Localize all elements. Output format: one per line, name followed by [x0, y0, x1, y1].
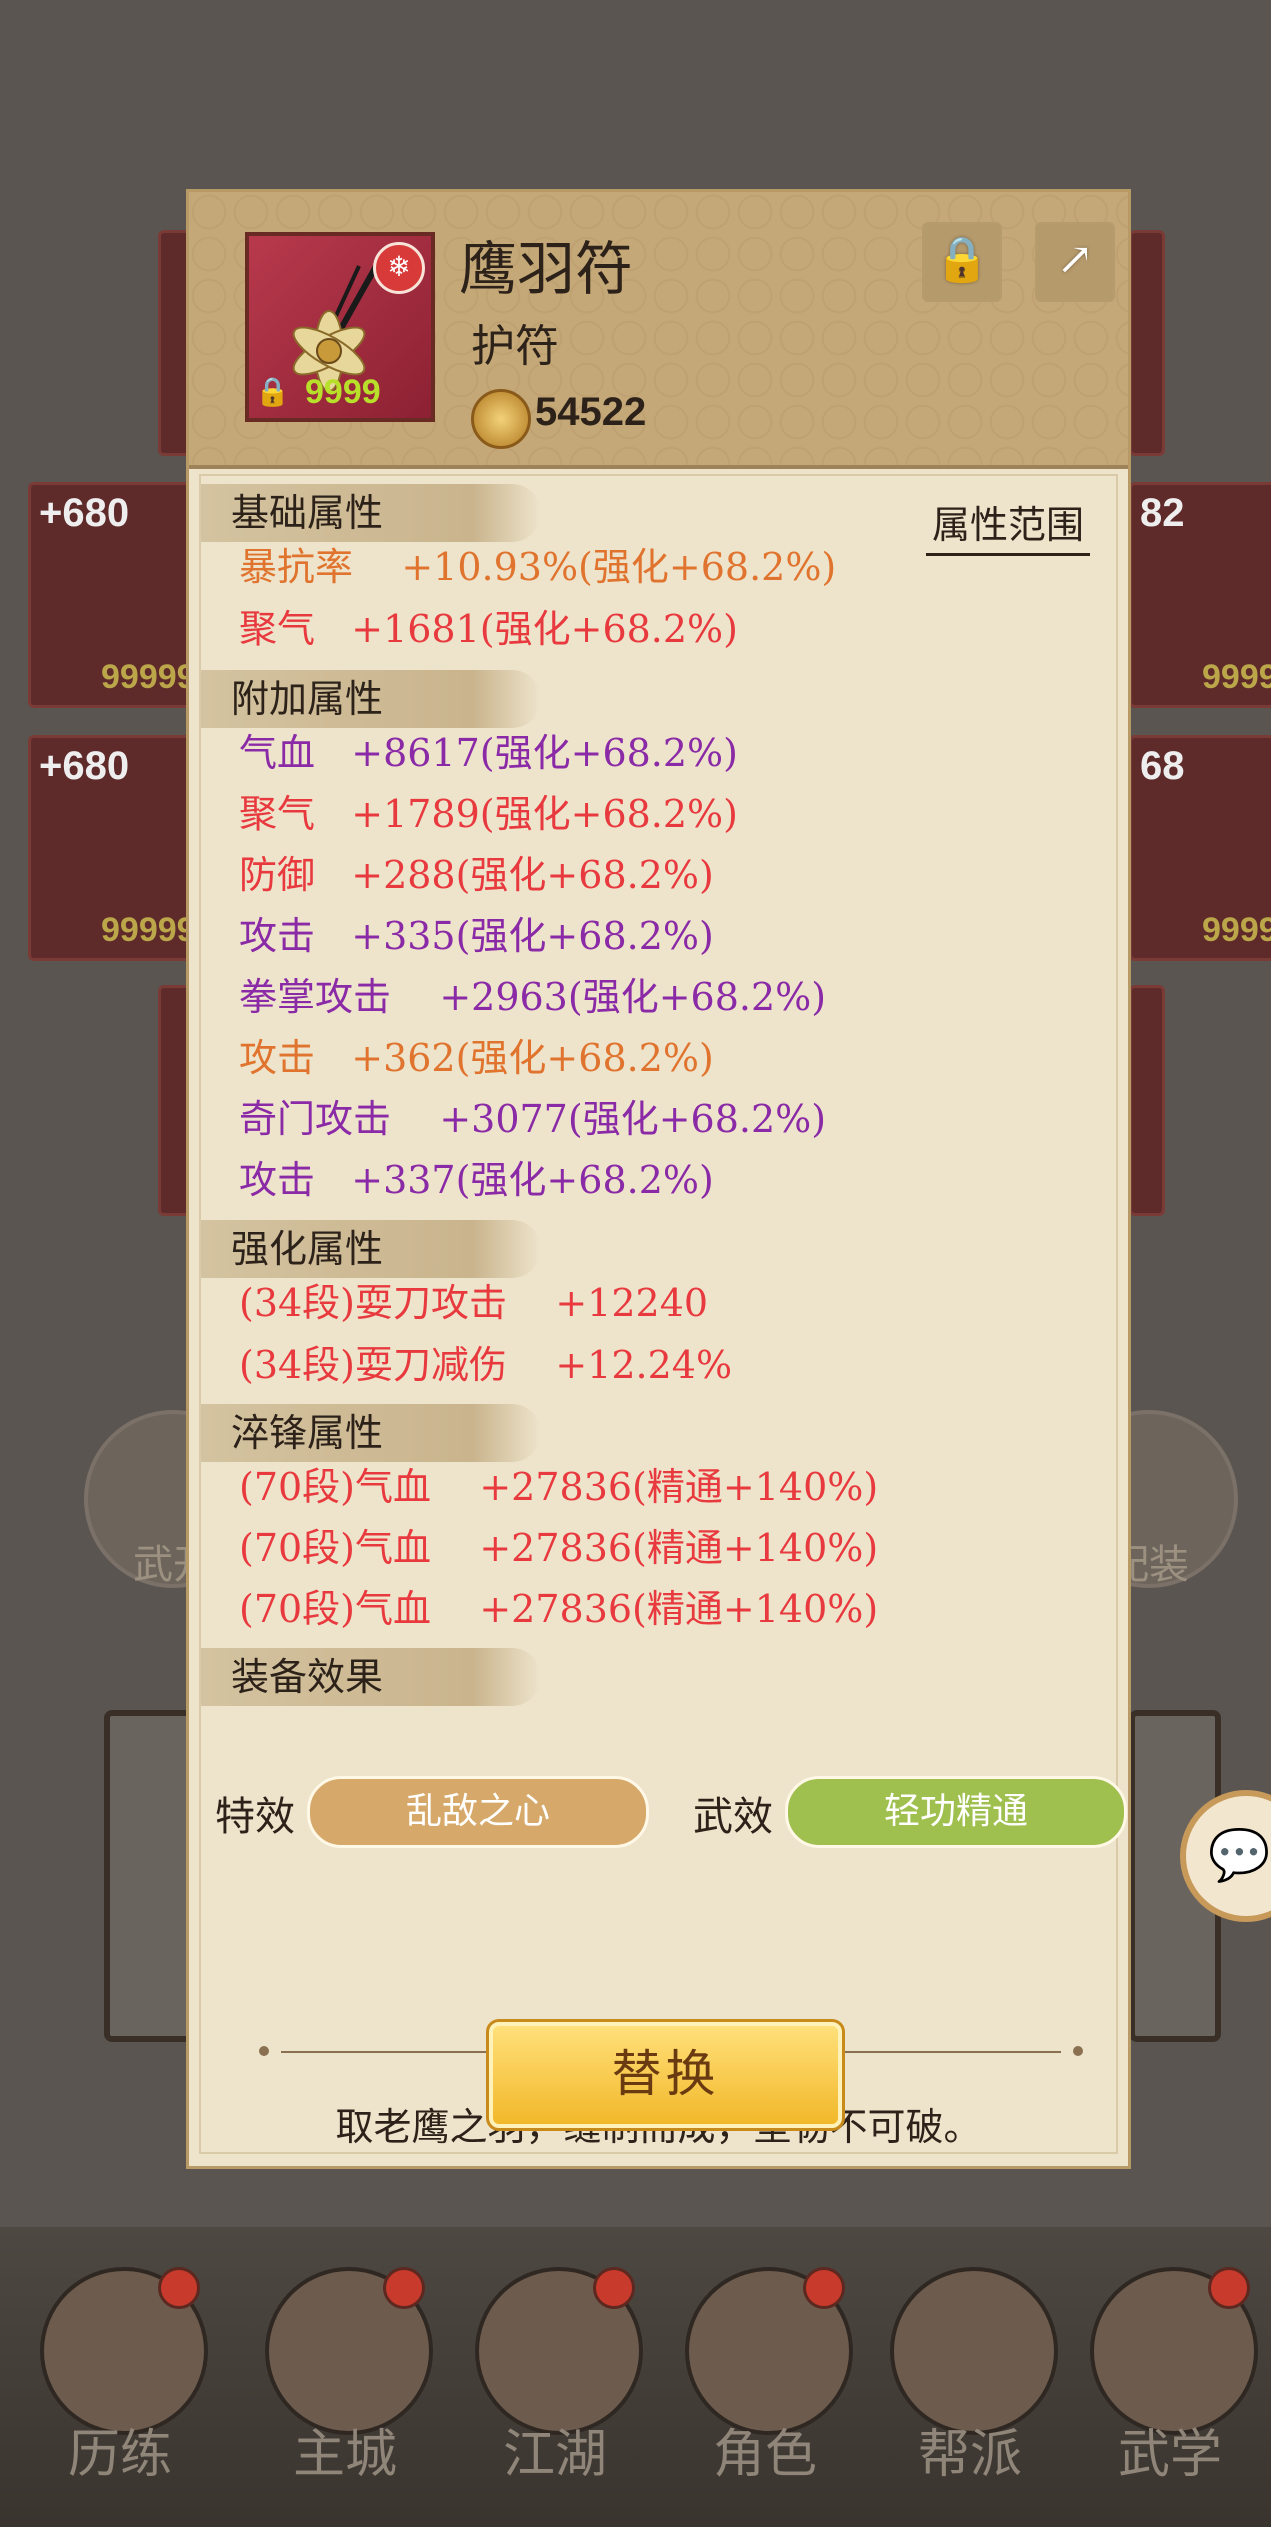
nav-item-guild[interactable]: 帮派	[870, 2227, 1070, 2527]
attr-row: 聚气 +1789(强化+68.2%)	[239, 792, 738, 836]
bg-card-gold: 99999	[101, 911, 196, 949]
section-enhance-attributes: 强化属性	[201, 1220, 541, 1278]
attr-row: (34段)耍刀减伤 +12.24%	[239, 1343, 733, 1387]
nav-label: 历练	[67, 2425, 172, 2485]
attr-row: (70段)气血 +27836(精通+140%)	[239, 1587, 879, 1631]
lock-icon: 🔒	[255, 375, 290, 408]
special-effect-pill[interactable]: 乱敌之心	[307, 1776, 649, 1848]
bg-equip-card: 68 9999	[1129, 735, 1271, 961]
section-temper-attributes: 淬锋属性	[201, 1404, 541, 1462]
power-icon	[471, 389, 531, 449]
attr-row: 防御 +288(强化+68.2%)	[239, 853, 714, 897]
nav-label: 角色	[712, 2425, 817, 2485]
attr-row: 攻击 +335(强化+68.2%)	[239, 914, 714, 958]
attr-row: 攻击 +362(强化+68.2%)	[239, 1036, 714, 1080]
attr-row: (34段)耍刀攻击 +12240	[239, 1281, 709, 1325]
notification-dot	[158, 2267, 200, 2309]
item-type: 护符	[471, 321, 559, 372]
effects-row: 特效 乱敌之心 武效 轻功精通	[215, 1776, 1127, 1848]
lock-button[interactable]: 🔒	[922, 222, 1002, 302]
nav-item-main-city[interactable]: 主城	[245, 2227, 445, 2527]
attr-row: 奇门攻击 +3077(强化+68.2%)	[239, 1097, 827, 1141]
bg-equip-card	[1129, 985, 1165, 1216]
wu-effect-label: 武效	[693, 1794, 773, 1840]
item-header: ❄ 🔒 9999 鹰羽符 护符 54522 🔒 ↗	[189, 192, 1128, 469]
bg-card-gold: 9999	[1202, 658, 1271, 696]
attr-row: (70段)气血 +27836(精通+140%)	[239, 1526, 879, 1570]
bg-card-plus: 82	[1140, 491, 1185, 535]
notification-dot	[593, 2267, 635, 2309]
section-equip-effect: 装备效果	[201, 1648, 541, 1706]
bg-equip-card	[1129, 230, 1165, 456]
section-extra-attributes: 附加属性	[201, 670, 541, 728]
bottom-nav-bar: 历练 主城 江湖 角色 帮派 武学	[0, 2227, 1271, 2527]
bg-card-plus: 68	[1140, 744, 1185, 788]
bg-equip-card: +680 99999	[28, 482, 200, 708]
item-icon-gold: 9999	[305, 373, 381, 411]
section-base-attributes: 基础属性	[201, 484, 541, 542]
attr-row: 拳掌攻击 +2963(强化+68.2%)	[239, 975, 827, 1019]
attribute-panel: 属性范围 基础属性 暴抗率 +10.93%(强化+68.2%) 聚气 +1681…	[199, 474, 1127, 2154]
bg-card-plus: +680	[39, 744, 130, 788]
bg-card-plus: +680	[39, 491, 130, 535]
share-button[interactable]: ↗	[1035, 222, 1115, 302]
replace-button[interactable]: 替换	[486, 2019, 845, 2131]
nav-label: 武学	[1117, 2425, 1222, 2485]
lock-icon: 🔒	[934, 234, 990, 285]
attr-row: 气血 +8617(强化+68.2%)	[239, 731, 738, 775]
guild-icon	[890, 2267, 1058, 2435]
attr-row: (70段)气血 +27836(精通+140%)	[239, 1465, 879, 1509]
nav-item-character[interactable]: 角色	[665, 2227, 865, 2527]
nav-item-practice[interactable]: 历练	[20, 2227, 220, 2527]
item-icon[interactable]: ❄ 🔒 9999	[245, 232, 435, 422]
nav-item-martial-arts[interactable]: 武学	[1070, 2227, 1270, 2527]
wu-effect-pill[interactable]: 轻功精通	[785, 1776, 1127, 1848]
attr-row: 暴抗率 +10.93%(强化+68.2%)	[239, 545, 837, 589]
notification-dot	[803, 2267, 845, 2309]
item-detail-modal: ❄ 🔒 9999 鹰羽符 护符 54522 🔒 ↗ 属性范围 基础属性 暴抗率 …	[186, 189, 1131, 2169]
nav-label: 江湖	[502, 2425, 607, 2485]
item-name: 鹰羽符	[459, 235, 634, 303]
attr-row: 攻击 +337(强化+68.2%)	[239, 1158, 714, 1202]
bg-card-gold: 99999	[101, 658, 196, 696]
nav-label: 帮派	[917, 2425, 1022, 2485]
bg-equip-card: +680 99999	[28, 735, 200, 961]
rarity-badge-icon: ❄	[373, 242, 425, 294]
power-value: 54522	[535, 390, 647, 434]
notification-dot	[383, 2267, 425, 2309]
attribute-range-button[interactable]: 属性范围	[925, 494, 1090, 556]
nav-item-jianghu[interactable]: 江湖	[455, 2227, 655, 2527]
share-icon: ↗	[1056, 234, 1094, 285]
chat-bubble-icon: 💬	[1208, 1826, 1271, 1884]
bg-card-gold: 9999	[1202, 911, 1271, 949]
nav-label: 主城	[292, 2425, 397, 2485]
bg-equip-card: 82 9999	[1129, 482, 1271, 708]
special-effect-label: 特效	[215, 1794, 295, 1840]
attr-row: 聚气 +1681(强化+68.2%)	[239, 607, 738, 651]
notification-dot	[1208, 2267, 1250, 2309]
